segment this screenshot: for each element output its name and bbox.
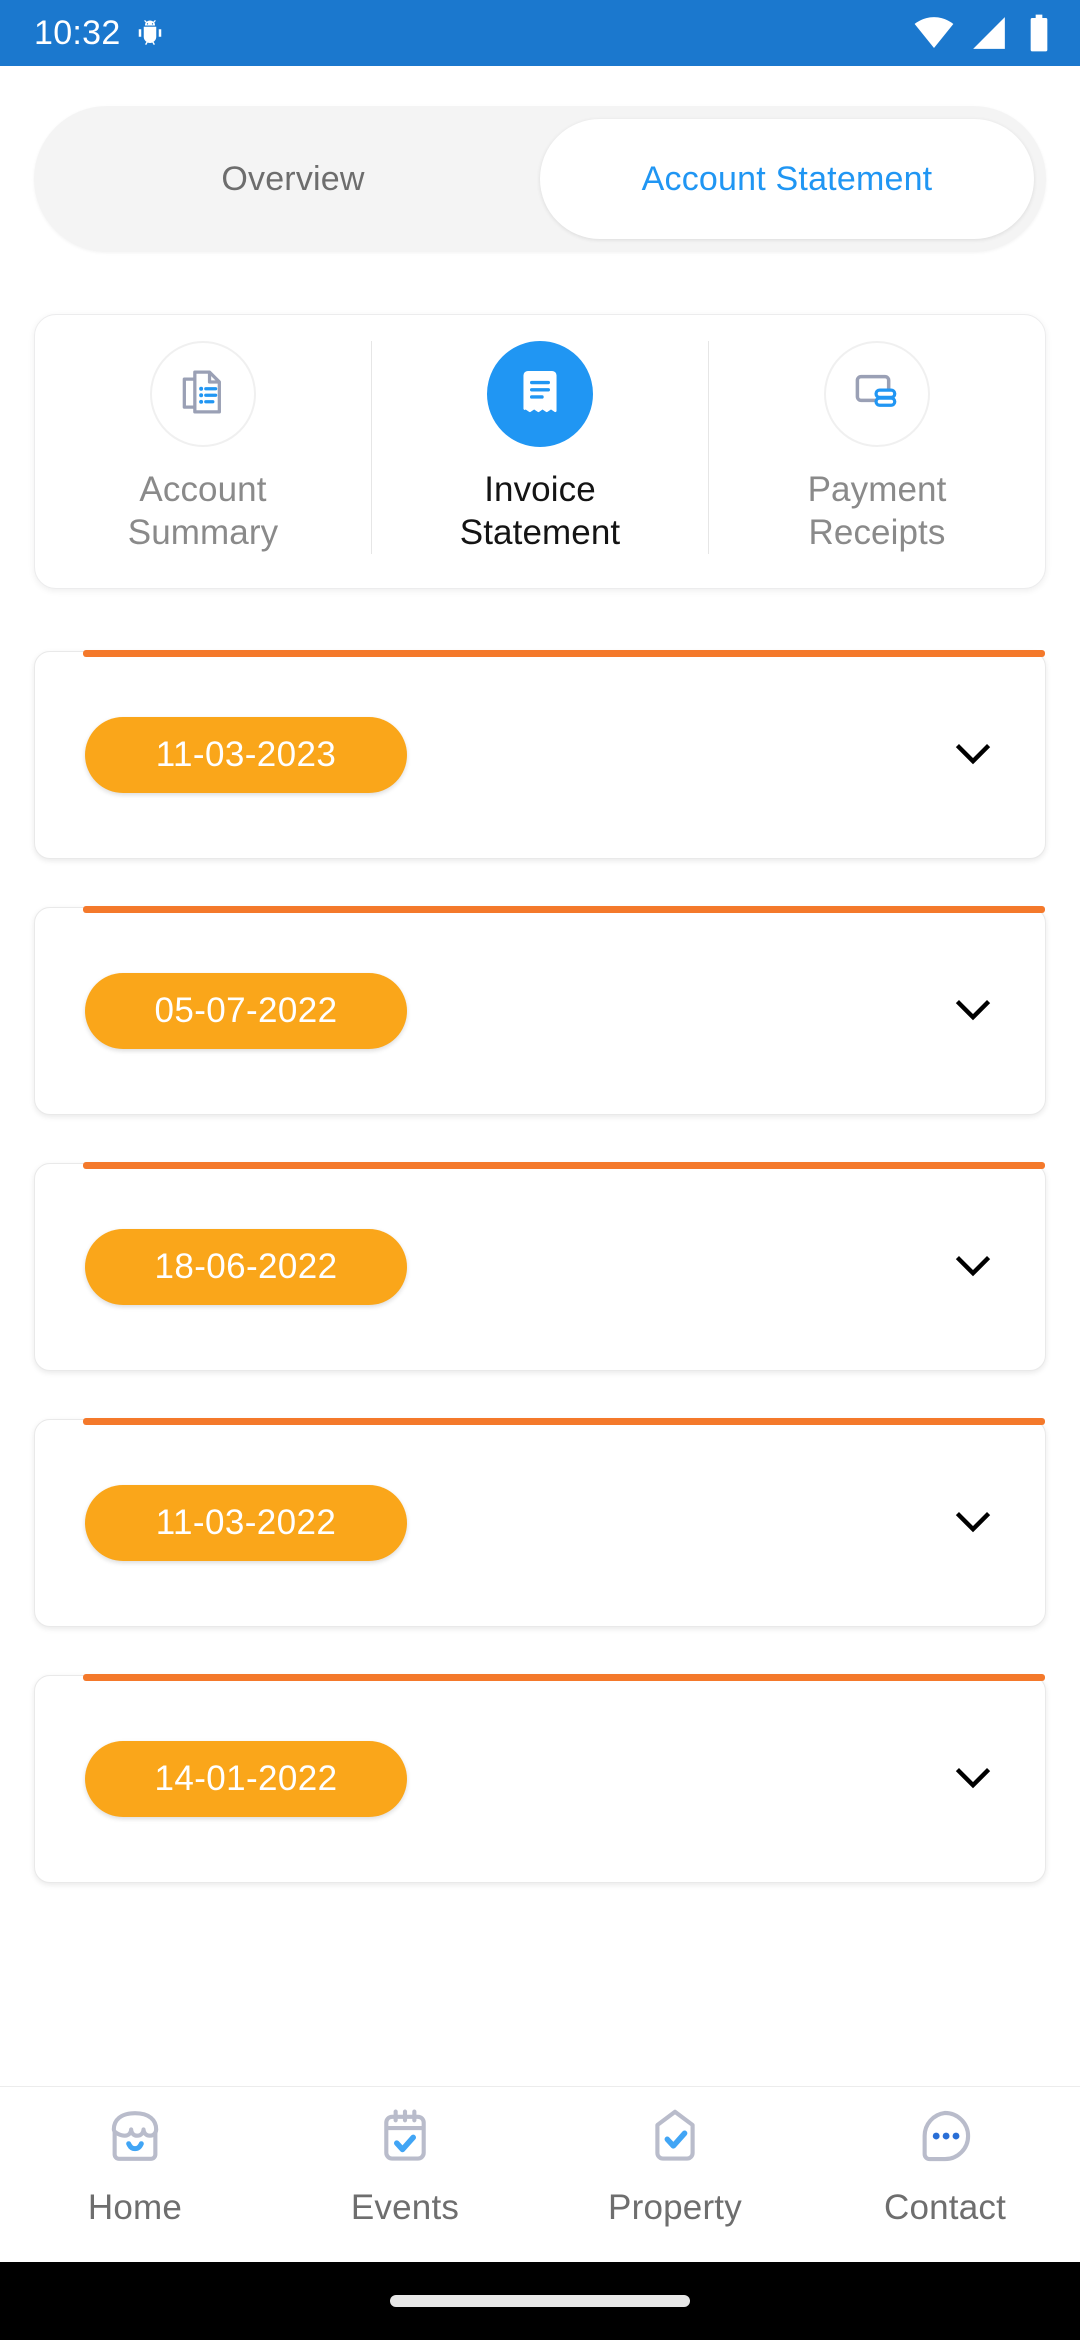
gesture-handle[interactable]	[390, 2295, 690, 2307]
invoice-row-accent-bar	[83, 1162, 1045, 1170]
payment-receipts-label-line2: Receipts	[808, 512, 946, 552]
payment-receipts-label: Payment Receipts	[808, 469, 947, 554]
status-bar-left: 10:32	[34, 16, 165, 50]
invoice-row[interactable]: 05-07-2022	[34, 906, 1046, 1116]
documents-list-icon	[175, 364, 231, 425]
invoice-row-accent-bar	[83, 1674, 1045, 1682]
chevron-down-icon[interactable]	[945, 1749, 1001, 1810]
android-bug-icon	[135, 18, 165, 48]
invoice-date-label: 18-06-2022	[154, 1247, 338, 1287]
account-summary-label-line1: Account	[139, 470, 267, 509]
status-clock: 10:32	[34, 14, 121, 52]
chat-ellipsis-icon	[912, 2103, 978, 2174]
category-payment-receipts[interactable]: Payment Receipts	[708, 341, 1045, 555]
account-summary-label: Account Summary	[128, 469, 278, 554]
wifi-icon	[914, 13, 954, 53]
status-bar: 10:32	[0, 0, 1080, 66]
app-screen: 10:32 Overview Account Statement Account…	[0, 0, 1080, 2340]
status-bar-right	[914, 13, 1054, 53]
statement-category-card: Account Summary Invoice Statement Paymen…	[34, 314, 1046, 590]
invoice-statement-label-line1: Invoice	[484, 470, 596, 509]
invoice-list: 11-03-2023 05-07-2022 18-06-2022 11-03-2…	[34, 650, 1046, 1884]
chevron-down-icon[interactable]	[945, 1493, 1001, 1554]
invoice-date-label: 05-07-2022	[154, 991, 338, 1031]
card-coins-icon	[849, 364, 905, 425]
invoice-row[interactable]: 18-06-2022	[34, 1162, 1046, 1372]
category-invoice-statement[interactable]: Invoice Statement	[371, 341, 708, 555]
tab-overview[interactable]: Overview	[46, 119, 540, 239]
invoice-row[interactable]: 11-03-2023	[34, 650, 1046, 860]
cellular-signal-icon	[970, 14, 1008, 52]
house-check-icon	[642, 2103, 708, 2174]
system-gesture-bar	[0, 2262, 1080, 2340]
chevron-down-icon[interactable]	[945, 1237, 1001, 1298]
category-account-summary[interactable]: Account Summary	[35, 341, 371, 554]
nav-item-home-label: Home	[87, 2188, 183, 2227]
payment-receipts-label-line1: Payment	[807, 470, 947, 509]
payment-receipts-icon-circle	[824, 341, 930, 447]
invoice-date-pill[interactable]: 14-01-2022	[85, 1741, 407, 1818]
invoice-date-label: 14-01-2022	[154, 1759, 338, 1799]
nav-item-property-label: Property	[608, 2188, 742, 2227]
tab-account-statement-label: Account Statement	[641, 159, 933, 198]
invoice-date-pill[interactable]: 18-06-2022	[85, 1229, 407, 1306]
battery-icon	[1024, 13, 1054, 53]
chevron-down-icon[interactable]	[945, 981, 1001, 1042]
nav-item-home[interactable]: Home	[0, 2103, 270, 2228]
tab-overview-label: Overview	[221, 159, 365, 198]
storefront-icon	[102, 2103, 168, 2174]
invoice-row-accent-bar	[83, 650, 1045, 658]
invoice-statement-label-line2: Statement	[459, 512, 621, 552]
nav-item-property[interactable]: Property	[540, 2103, 810, 2228]
invoice-date-pill[interactable]: 05-07-2022	[85, 973, 407, 1050]
chevron-down-icon[interactable]	[945, 725, 1001, 786]
statement-segmented-control[interactable]: Overview Account Statement	[34, 106, 1046, 252]
nav-item-contact[interactable]: Contact	[810, 2103, 1080, 2228]
account-summary-label-line2: Summary	[127, 512, 279, 552]
invoice-row[interactable]: 14-01-2022	[34, 1674, 1046, 1884]
invoice-date-label: 11-03-2023	[155, 735, 337, 775]
scroll-content[interactable]: Overview Account Statement Account Summa…	[0, 66, 1080, 2086]
invoice-date-pill[interactable]: 11-03-2023	[85, 717, 407, 794]
nav-item-contact-label: Contact	[883, 2188, 1007, 2227]
tab-account-statement[interactable]: Account Statement	[540, 119, 1034, 239]
account-summary-icon-circle	[150, 341, 256, 447]
invoice-date-label: 11-03-2022	[155, 1503, 337, 1543]
invoice-row-accent-bar	[83, 1418, 1045, 1426]
bottom-navigation-bar: Home Events Property Contact	[0, 2086, 1080, 2262]
invoice-row-accent-bar	[83, 906, 1045, 914]
nav-item-events[interactable]: Events	[270, 2103, 540, 2228]
invoice-date-pill[interactable]: 11-03-2022	[85, 1485, 407, 1562]
nav-item-events-label: Events	[350, 2188, 460, 2227]
calendar-check-icon	[372, 2103, 438, 2174]
invoice-row[interactable]: 11-03-2022	[34, 1418, 1046, 1628]
receipt-icon	[513, 365, 567, 424]
invoice-statement-label: Invoice Statement	[460, 469, 620, 554]
invoice-statement-icon-circle	[487, 341, 593, 447]
